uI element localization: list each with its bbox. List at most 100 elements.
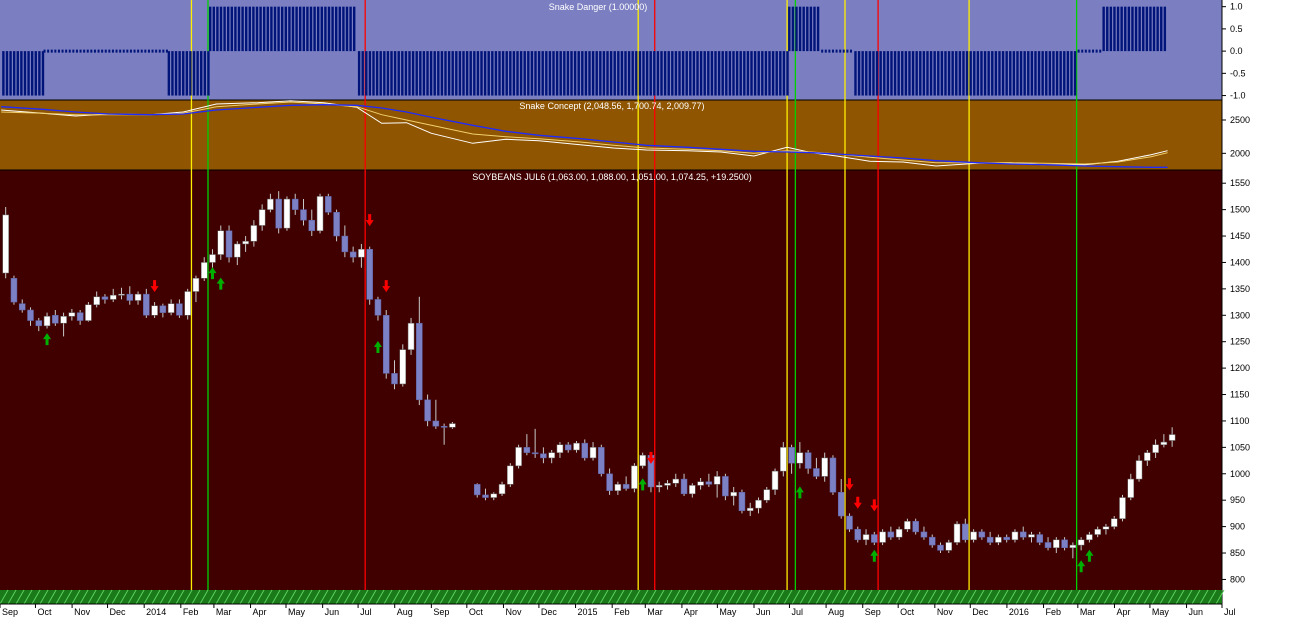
candle-body — [531, 452, 539, 455]
danger-state-bar — [230, 6, 233, 52]
danger-state-bar — [1048, 51, 1052, 96]
danger-state-bar — [501, 51, 505, 96]
candle-body — [713, 476, 721, 485]
danger-state-bar — [599, 51, 602, 96]
candle-body — [35, 320, 43, 327]
x-tick-label: Jun — [1189, 607, 1204, 617]
danger-state-bar — [710, 51, 714, 96]
danger-state-bar — [327, 6, 331, 52]
danger-state-bar — [791, 6, 795, 52]
danger-state-dot — [108, 49, 111, 53]
x-tick-label: Dec — [541, 607, 558, 617]
danger-state-bar — [469, 51, 472, 96]
x-tick-label: Jul — [1224, 607, 1236, 617]
danger-state-bar — [415, 51, 418, 96]
danger-state-bar — [277, 6, 280, 52]
danger-state-bar — [317, 6, 320, 52]
candle-body — [258, 209, 266, 226]
danger-state-bar — [302, 6, 305, 52]
danger-state-dot — [162, 49, 165, 53]
candle-body — [1152, 444, 1159, 453]
danger-state-dot — [849, 49, 852, 53]
danger-state-dot — [1099, 49, 1102, 53]
danger-state-bar — [1106, 6, 1109, 52]
danger-state-bar — [1034, 51, 1037, 96]
candle-body — [945, 542, 953, 551]
x-tick-label: May — [719, 607, 737, 617]
candle-body — [796, 452, 804, 464]
danger-state-bar — [465, 51, 469, 96]
danger-state-bar — [559, 51, 562, 96]
danger-state-bar — [714, 51, 717, 96]
danger-y-tick-label: -0.5 — [1230, 68, 1246, 78]
x-tick-label: Mar — [1080, 607, 1096, 617]
danger-state-dot — [79, 49, 82, 53]
candle-body — [316, 196, 324, 232]
danger-state-bar — [458, 51, 462, 96]
danger-state-bar — [357, 51, 361, 96]
danger-state-bar — [717, 51, 721, 96]
candle-body — [1102, 526, 1110, 530]
candle-body — [788, 447, 795, 464]
candle-body — [126, 293, 134, 301]
danger-state-bar — [788, 6, 791, 52]
x-tick-label: Nov — [505, 607, 522, 617]
x-tick-label: Feb — [614, 607, 630, 617]
danger-state-bar — [998, 51, 1001, 96]
danger-state-bar — [1045, 51, 1048, 96]
danger-state-bar — [1059, 51, 1062, 96]
danger-state-bar — [401, 51, 404, 96]
danger-state-bar — [809, 6, 813, 52]
danger-state-bar — [372, 51, 375, 96]
danger-state-bar — [904, 51, 908, 96]
danger-state-bar — [174, 51, 178, 96]
danger-state-bar — [879, 51, 882, 96]
danger-state-dot — [144, 49, 147, 53]
danger-state-bar — [1163, 6, 1167, 52]
danger-state-dot — [72, 49, 75, 53]
chart-root: 1.0 0.5 0.0 -0.5 -1.0 2500 2000 1550 1500 1450 140… — [0, 0, 1293, 617]
candle-body — [846, 515, 853, 530]
danger-state-bar — [577, 51, 580, 96]
danger-state-bar — [498, 51, 501, 96]
danger-state-bar — [911, 51, 915, 96]
danger-state-dot — [842, 49, 845, 53]
danger-state-bar — [309, 6, 313, 52]
x-tick-label: Mar — [647, 607, 663, 617]
danger-state-bar — [656, 51, 660, 96]
candle-body — [341, 235, 349, 253]
x-tick-label: Jul — [791, 607, 803, 617]
candle-body — [1036, 534, 1044, 543]
danger-state-bar — [237, 6, 241, 52]
danger-state-bar — [203, 51, 207, 96]
danger-state-bar — [1120, 6, 1123, 52]
danger-state-bar — [703, 51, 706, 96]
candle-body — [391, 373, 398, 385]
danger-state-dot — [133, 49, 136, 53]
danger-state-bar — [537, 51, 541, 96]
danger-state-bar — [674, 51, 678, 96]
danger-state-dot — [1084, 49, 1087, 53]
danger-state-bar — [178, 51, 181, 96]
candle-body — [382, 315, 390, 374]
danger-state-bar — [689, 51, 692, 96]
candle-body — [581, 442, 589, 459]
danger-state-bar — [476, 51, 480, 96]
danger-state-bar — [739, 51, 742, 96]
danger-state-bar — [440, 51, 444, 96]
danger-state-bar — [437, 51, 440, 96]
danger-state-bar — [505, 51, 508, 96]
danger-state-bar — [642, 51, 645, 96]
danger-state-bar — [581, 51, 584, 96]
danger-state-bar — [1127, 6, 1131, 52]
danger-state-bar — [1109, 6, 1113, 52]
danger-state-dot — [86, 49, 89, 53]
danger-state-bar — [1102, 6, 1105, 52]
danger-state-bar — [1030, 51, 1034, 96]
candle-body — [829, 457, 837, 493]
danger-state-bar — [345, 6, 349, 52]
price-y-tick-label: 1450 — [1230, 231, 1250, 241]
danger-state-dot — [111, 49, 114, 53]
danger-state-bar — [545, 51, 548, 96]
danger-state-bar — [379, 51, 382, 96]
